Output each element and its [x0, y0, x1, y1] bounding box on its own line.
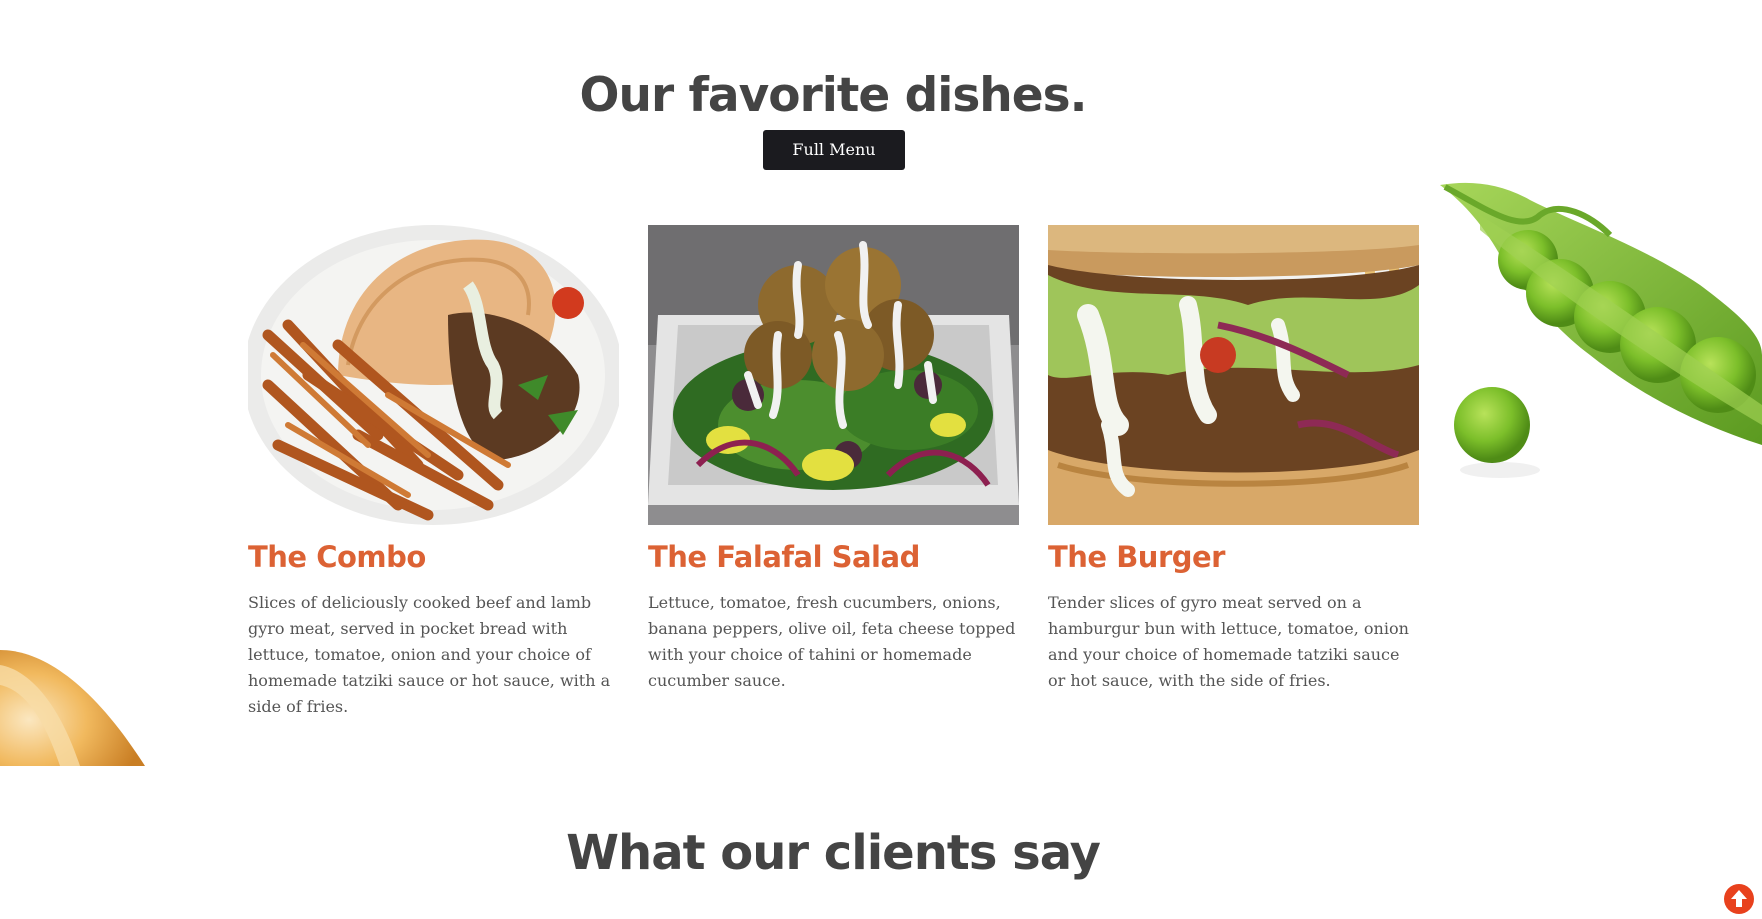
favorites-title: Our favorite dishes.: [579, 68, 1088, 123]
peas-decoration: [1440, 175, 1762, 505]
arrow-up-icon: [1725, 885, 1753, 913]
dish-description: Lettuce, tomatoe, fresh cucumbers, onion…: [648, 593, 1016, 690]
dish-card: The Combo Slices of deliciously cooked b…: [248, 225, 619, 716]
dish-name: The Falafal Salad: [648, 540, 920, 574]
dish-name: The Combo: [248, 540, 426, 574]
dish-card: The Burger Tender slices of gyro meat se…: [1048, 225, 1419, 690]
clients-title: What our clients say: [566, 825, 1101, 881]
bread-decoration: [0, 650, 150, 766]
favorite-dishes-section: Our favorite dishes. Full Menu The Combo…: [0, 0, 1762, 766]
dish-card: The Falafal Salad Lettuce, tomatoe, fres…: [648, 225, 1019, 690]
dish-description: Slices of deliciously cooked beef and la…: [248, 593, 611, 716]
scroll-to-top-button[interactable]: [1724, 884, 1754, 914]
dish-image-combo: [248, 225, 619, 525]
dish-name: The Burger: [1048, 540, 1225, 574]
full-menu-button[interactable]: Full Menu: [763, 130, 905, 170]
page: Our favorite dishes. Full Menu The Combo…: [0, 0, 1762, 919]
dish-description: Tender slices of gyro meat served on a h…: [1048, 593, 1409, 690]
dish-image-falafal-salad: [648, 225, 1019, 525]
dish-image-burger: [1048, 225, 1419, 525]
